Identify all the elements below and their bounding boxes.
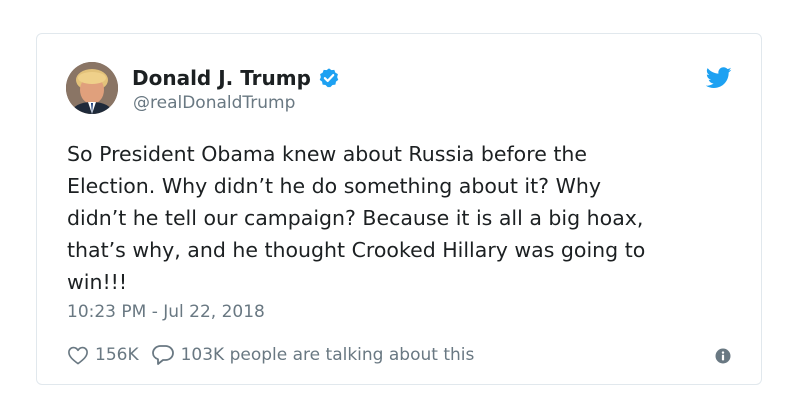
tweet-text-line: So President Obama knew about Russia bef…: [67, 142, 587, 166]
tweet-text-line: Election. Why didn’t he do something abo…: [67, 174, 601, 198]
tweet-actions: 156K 103K people are talking about this: [67, 343, 474, 367]
like-button[interactable]: 156K: [67, 345, 139, 365]
like-count: 156K: [95, 345, 139, 365]
avatar-photo: [66, 62, 118, 114]
tweet-timestamp[interactable]: 10:23 PM - Jul 22, 2018: [67, 302, 265, 322]
talking-count-text: 103K people are talking about this: [180, 345, 475, 365]
avatar[interactable]: [66, 62, 118, 114]
tweet-text-line: that’s why, and he thought Crooked Hilla…: [67, 238, 646, 262]
twitter-bird-icon[interactable]: [706, 67, 732, 89]
tweet-text-line: didn’t he tell our campaign? Because it …: [67, 206, 644, 230]
tweet-text-line: win!!!: [67, 270, 128, 294]
conversation-link[interactable]: 103K people are talking about this: [151, 344, 475, 366]
tweet-text: So President Obama knew about Russia bef…: [67, 138, 737, 298]
heart-icon: [68, 346, 88, 365]
speech-bubble-icon: [151, 345, 174, 365]
info-icon[interactable]: [715, 348, 731, 364]
tweet-card: Donald J. Trump @realDonaldTrump So Pres…: [36, 33, 762, 385]
author-name[interactable]: Donald J. Trump: [132, 66, 311, 90]
author-name-row: Donald J. Trump: [132, 65, 340, 91]
author-handle[interactable]: @realDonaldTrump: [133, 93, 295, 113]
verified-badge-icon: [319, 68, 339, 88]
